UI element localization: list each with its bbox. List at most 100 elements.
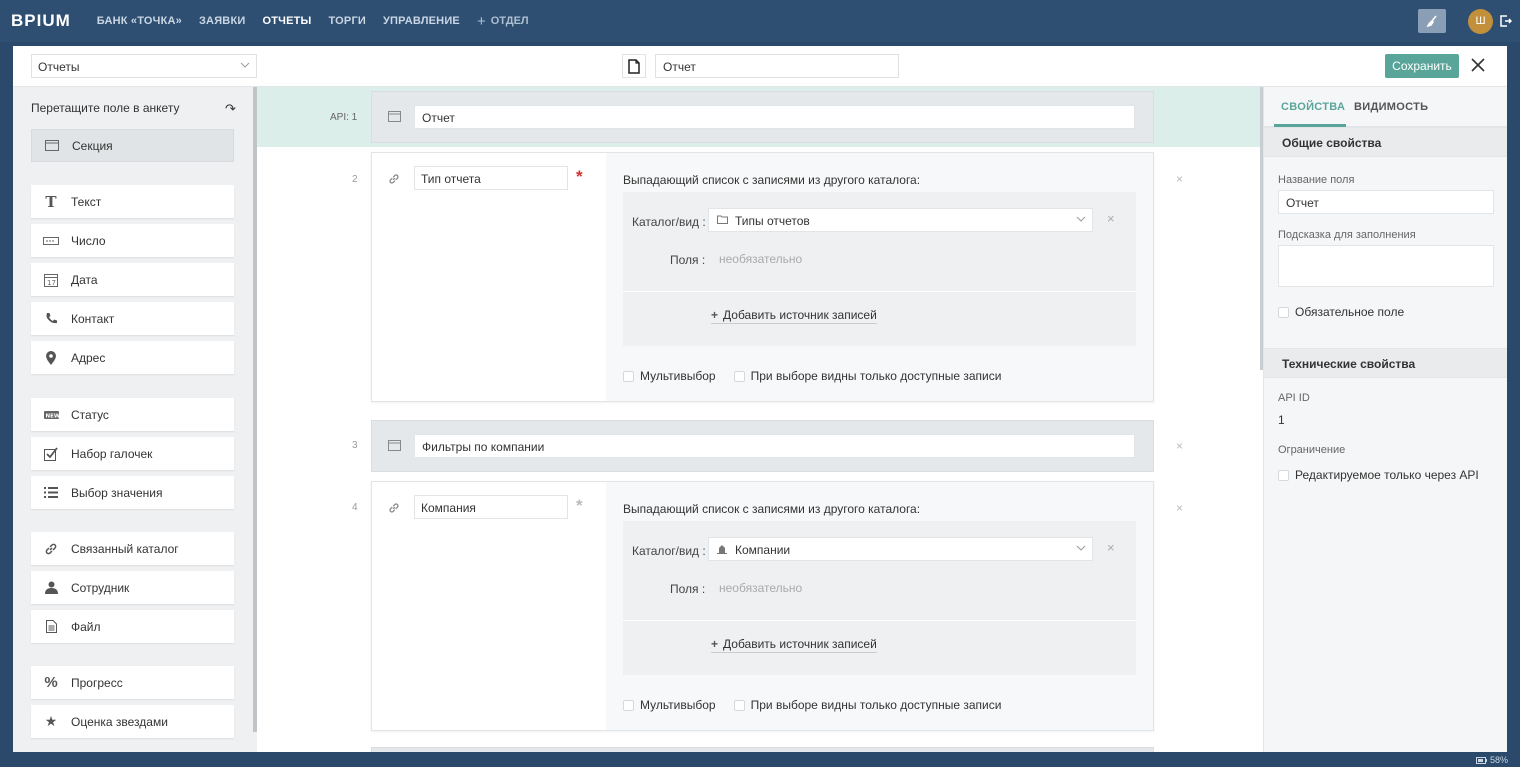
multiselect-checkbox[interactable] [623, 370, 634, 382]
tab-visibility[interactable]: ВИДИМОСТЬ [1354, 101, 1428, 113]
palette-item-contact[interactable]: Контакт [31, 302, 234, 335]
required-asterisk-icon[interactable]: * [576, 496, 583, 516]
remove-source-icon[interactable]: × [1107, 540, 1115, 555]
field-options: Мультивыбор При выборе видны только дост… [623, 698, 1001, 712]
form-canvas: API: 1 Отчет 2 Тип отчета * Выпадающий с… [257, 87, 1263, 752]
palette-item-number[interactable]: Число [31, 224, 234, 257]
palette-item-employee[interactable]: Сотрудник [31, 571, 234, 604]
palette-item-address[interactable]: Адрес [31, 341, 234, 374]
battery-icon [1475, 756, 1487, 764]
plus-icon: + [711, 308, 719, 322]
star-icon: ★ [44, 713, 58, 729]
divider [623, 291, 1136, 292]
linked-catalog-field-card[interactable]: Тип отчета * Выпадающий список с записям… [371, 152, 1154, 402]
catalog-icon-picker[interactable] [622, 54, 646, 78]
add-source-button[interactable]: + Добавить источник записей [711, 637, 877, 653]
catalog-view-select[interactable]: Компании [708, 537, 1093, 561]
field-name-input[interactable]: Компания [414, 495, 568, 519]
api-only-checkbox[interactable] [1278, 469, 1289, 481]
battery-indicator: 58% [1475, 755, 1508, 765]
palette-item-section[interactable]: Секция [31, 129, 234, 162]
catalog-view-select[interactable]: Типы отчетов [708, 208, 1093, 232]
palette-item-date[interactable]: 17 Дата [31, 263, 234, 296]
user-icon [44, 581, 58, 594]
palette-item-label: Файл [71, 619, 101, 634]
only-available-label: При выборе видны только доступные записи [750, 369, 1002, 383]
clean-button[interactable] [1418, 9, 1446, 33]
palette-item-checkboxes[interactable]: Набор галочек [31, 437, 234, 470]
field-type-title: Выпадающий список с записями из другого … [623, 173, 921, 187]
nav-item-trades[interactable]: ТОРГИ [329, 15, 366, 27]
delete-field-icon[interactable]: × [1176, 501, 1183, 515]
field-type-title: Выпадающий список с записями из другого … [623, 502, 921, 516]
add-source-button[interactable]: + Добавить источник записей [711, 308, 877, 324]
map-pin-icon [46, 350, 56, 365]
fields-placeholder[interactable]: необязательно [719, 252, 802, 266]
section-name-input[interactable]: Отчет [414, 105, 1135, 129]
nav-item-reports[interactable]: ОТЧЕТЫ [262, 15, 311, 27]
catalog-editor-window: Отчеты Отчет Сохранить Перетащите поле в… [13, 46, 1507, 752]
text-icon: T [45, 192, 57, 211]
palette-item-linked-catalog[interactable]: Связанный каталог [31, 532, 234, 565]
save-button[interactable]: Сохранить [1385, 54, 1459, 78]
catalog-view-value: Типы отчетов [735, 214, 810, 228]
section-name-input[interactable]: Фильтры по компании [414, 434, 1135, 458]
api-id-label: API ID [1278, 392, 1310, 404]
field-name-input[interactable]: Тип отчета [414, 166, 568, 190]
fields-placeholder[interactable]: необязательно [719, 581, 802, 595]
add-source-label: Добавить источник записей [723, 637, 877, 651]
source-box: Каталог/вид : Типы отчетов × Поля : необ… [623, 192, 1136, 346]
nav-add-department[interactable]: + ОТДЕЛ [477, 13, 529, 30]
palette-item-file[interactable]: Файл [31, 610, 234, 643]
catalog-view-label: Каталог/вид : [632, 544, 706, 558]
top-nav-bar: BPIUM БАНК «ТОЧКА» ЗАЯВКИ ОТЧЕТЫ ТОРГИ У… [0, 0, 1520, 42]
tab-properties[interactable]: СВОЙСТВА [1281, 101, 1345, 113]
nav-item-bank[interactable]: БАНК «ТОЧКА» [97, 15, 182, 27]
only-available-checkbox[interactable] [733, 699, 745, 711]
palette-item-star-rating[interactable]: ★ Оценка звездами [31, 705, 234, 738]
link-icon [45, 543, 57, 554]
palette-item-label: Секция [72, 138, 113, 153]
app-logo[interactable]: BPIUM [11, 11, 71, 31]
document-icon [628, 58, 640, 74]
plus-icon: + [711, 637, 719, 651]
delete-section-icon[interactable]: × [1176, 439, 1183, 453]
user-avatar[interactable]: Ш [1468, 8, 1493, 34]
section-card[interactable]: Фильтры по компании [371, 420, 1154, 472]
nav-item-requests[interactable]: ЗАЯВКИ [199, 15, 246, 27]
api-only-label: Редактируемое только через API [1295, 468, 1479, 482]
link-icon [389, 503, 399, 513]
fields-label: Поля : [670, 253, 706, 267]
palette-item-progress[interactable]: % Прогресс [31, 666, 234, 699]
number-icon [43, 236, 59, 245]
linked-catalog-field-card[interactable]: Компания * Выпадающий список с записями … [371, 481, 1154, 731]
palette-item-label: Набор галочек [71, 446, 153, 461]
technical-properties-header: Технические свойства [1264, 348, 1507, 378]
required-checkbox[interactable] [1278, 306, 1289, 318]
palette-item-value-choice[interactable]: Выбор значения [31, 476, 234, 509]
catalog-view-value: Компании [735, 543, 791, 557]
palette-item-text[interactable]: T Текст [31, 185, 234, 218]
row-number: 4 [352, 502, 358, 513]
field-palette: Перетащите поле в анкету ↷ Секция T Текс… [13, 87, 257, 752]
api-label: API: 1 [330, 112, 358, 123]
catalog-name-input[interactable]: Отчет [655, 54, 899, 78]
remove-source-icon[interactable]: × [1107, 211, 1115, 226]
hint-textarea[interactable] [1278, 245, 1494, 287]
field-name-property-input[interactable]: Отчет [1278, 190, 1494, 214]
multiselect-checkbox[interactable] [623, 699, 634, 711]
general-properties-header: Общие свойства [1264, 127, 1507, 157]
nav-item-management[interactable]: УПРАВЛЕНИЕ [383, 15, 460, 27]
section-card[interactable] [371, 747, 1154, 752]
collapse-arrow-icon[interactable]: ↷ [225, 101, 236, 117]
palette-item-status[interactable]: NEW Статус [31, 398, 234, 431]
delete-field-icon[interactable]: × [1176, 172, 1183, 186]
close-icon[interactable] [1469, 56, 1487, 74]
only-available-checkbox[interactable] [733, 370, 745, 382]
field-options: Мультивыбор При выборе видны только дост… [623, 369, 1001, 383]
catalog-section-select[interactable]: Отчеты [31, 54, 257, 78]
section-card[interactable]: Отчет [371, 91, 1154, 143]
required-asterisk-icon[interactable]: * [576, 167, 583, 187]
add-source-label: Добавить источник записей [723, 308, 877, 322]
logout-button[interactable] [1500, 15, 1512, 27]
